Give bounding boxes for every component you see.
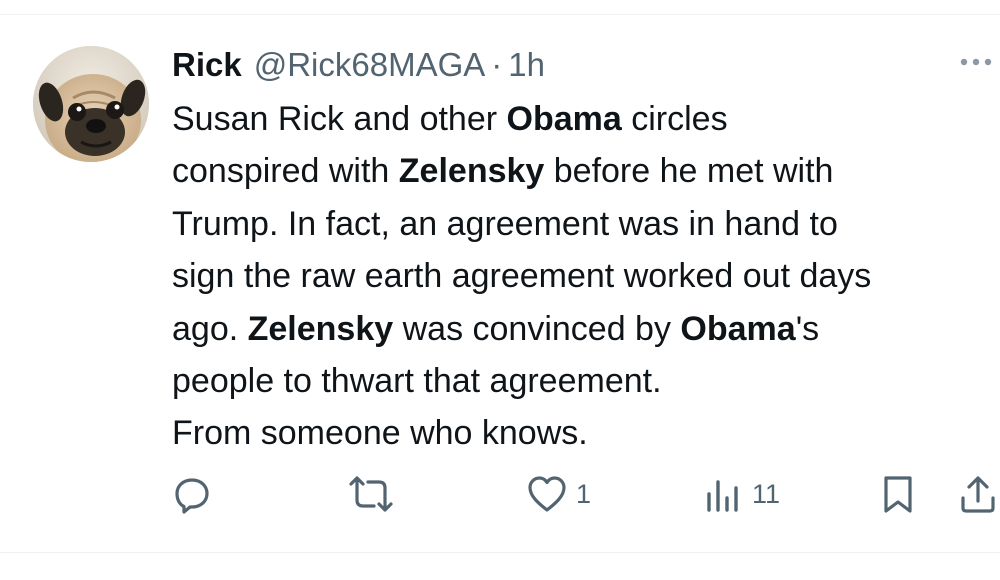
share-icon xyxy=(958,474,998,514)
views-icon xyxy=(704,474,744,514)
post-text-line-5: ago. Zelensky was convinced by Obama's xyxy=(172,309,820,348)
action-bar: 1 11 xyxy=(0,470,1000,518)
views-button[interactable]: 11 xyxy=(704,470,780,518)
views-count: 11 xyxy=(752,478,781,509)
author-handle[interactable]: @Rick68MAGA xyxy=(254,42,486,88)
post-text-line-4: sign the raw earth agreement worked out … xyxy=(172,257,872,296)
bottom-divider xyxy=(0,552,1000,553)
share-button[interactable] xyxy=(958,470,998,518)
avatar[interactable] xyxy=(33,46,149,162)
post-text-line-2: conspired with Zelensky before he met wi… xyxy=(172,152,834,191)
bookmark-button[interactable] xyxy=(880,470,916,518)
like-count: 1 xyxy=(576,478,592,509)
author-name[interactable]: Rick xyxy=(172,42,242,88)
post-text-line-7: From someone who knows. xyxy=(172,414,588,453)
heart-icon xyxy=(526,474,568,514)
more-options-button[interactable] xyxy=(956,52,996,72)
like-button[interactable]: 1 xyxy=(526,470,591,518)
post-timestamp[interactable]: 1h xyxy=(508,42,545,88)
separator-dot: · xyxy=(491,46,503,83)
reply-button[interactable] xyxy=(172,470,212,518)
bookmark-icon xyxy=(880,474,916,514)
post-text-line-1: Susan Rick and other Obama circles xyxy=(172,100,728,138)
post-text: Susan Rick and other Obama circles consp… xyxy=(172,93,992,460)
repost-icon xyxy=(348,474,394,514)
top-divider xyxy=(0,14,1000,15)
post-text-line-3: Trump. In fact, an agreement was in hand… xyxy=(172,204,838,243)
pug-avatar-image xyxy=(33,46,149,162)
reply-icon xyxy=(172,474,212,514)
more-dots-icon xyxy=(960,58,992,66)
post-text-line-6: people to thwart that agreement. xyxy=(172,362,662,401)
post-header: Rick @Rick68MAGA · 1h xyxy=(172,42,545,88)
repost-button[interactable] xyxy=(348,470,402,518)
